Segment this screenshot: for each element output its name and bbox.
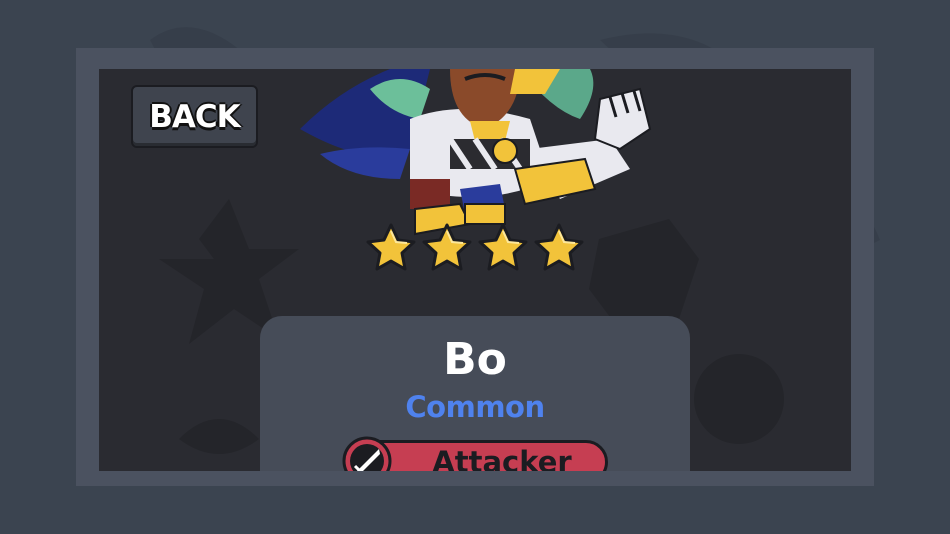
star-icon (478, 223, 528, 271)
star-rating (365, 222, 585, 278)
hero-class-label: Attacker (432, 445, 572, 471)
hero-artwork (300, 69, 652, 236)
back-button[interactable]: BACK (131, 85, 258, 148)
hero-name: Bo (443, 334, 507, 385)
star-icon (366, 223, 416, 271)
star-icon (422, 223, 472, 271)
star-icon (534, 223, 584, 271)
hero-rarity: Common (405, 390, 545, 424)
hero-info-card: Bo Common Attacker (260, 316, 690, 471)
sword-icon (342, 436, 392, 471)
